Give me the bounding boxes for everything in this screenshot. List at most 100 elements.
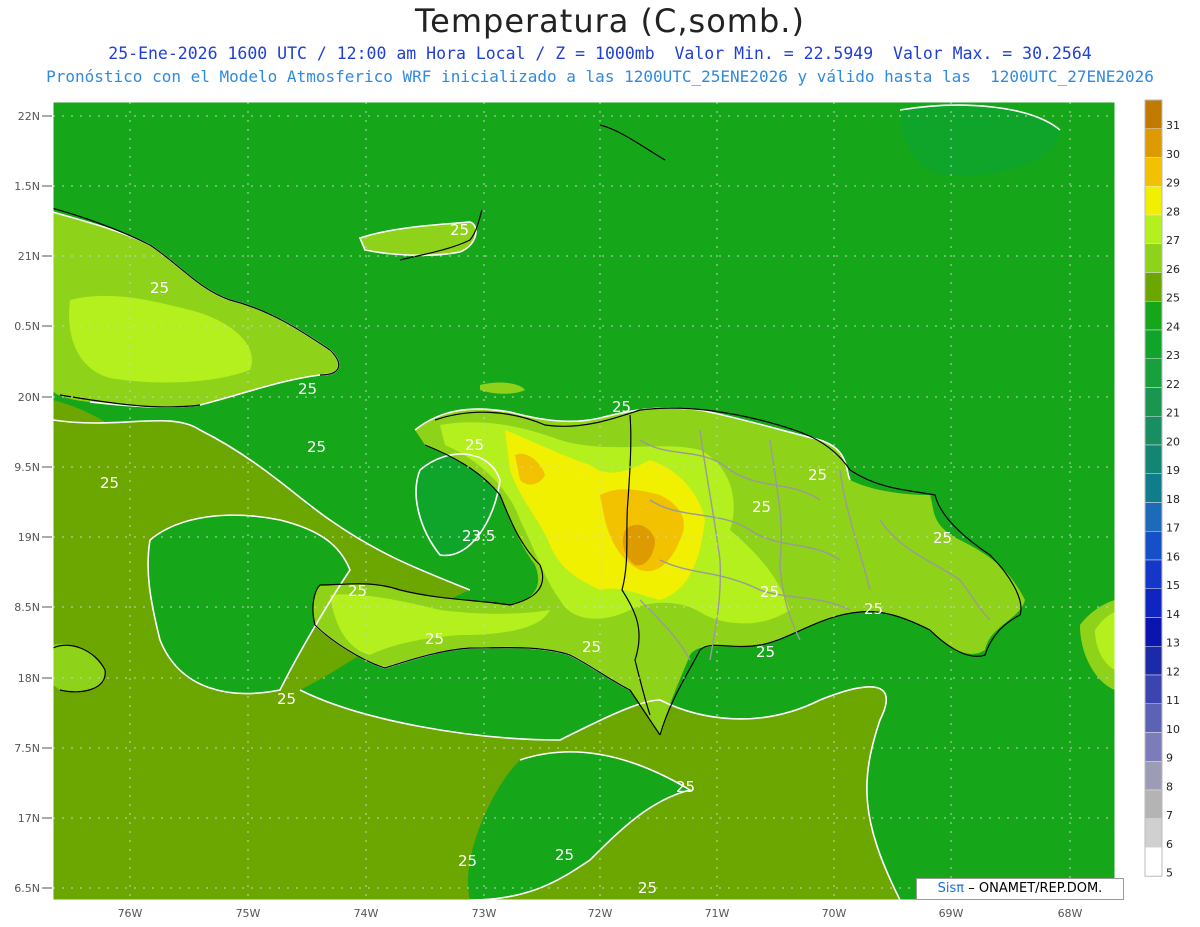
colorbar-label: 19 bbox=[1166, 464, 1180, 477]
colorbar-label: 18 bbox=[1166, 493, 1180, 506]
colorbar-swatch bbox=[1144, 732, 1163, 762]
lat-label: 6.5N bbox=[14, 882, 40, 895]
lat-label: 18N bbox=[18, 672, 40, 685]
contour-label: 25 bbox=[450, 221, 469, 239]
colorbar-swatch bbox=[1144, 674, 1163, 704]
temperature-map: 25 25 25 25 25 25 25 23.5 25 25 25 25 25… bbox=[14, 99, 1180, 920]
contour-label: 25 bbox=[100, 474, 119, 492]
colorbar-swatch bbox=[1144, 157, 1163, 187]
colorbar-label: 14 bbox=[1166, 608, 1180, 621]
lat-label: 19N bbox=[18, 531, 40, 544]
colorbar-swatch bbox=[1144, 473, 1163, 503]
colorbar-label: 6 bbox=[1166, 838, 1173, 851]
colorbar-label: 25 bbox=[1166, 292, 1180, 305]
contour-label: 25 bbox=[864, 600, 883, 618]
contour-label: 25 bbox=[612, 398, 631, 416]
colorbar-swatch bbox=[1144, 847, 1163, 877]
lon-label: 75W bbox=[236, 907, 261, 920]
colorbar-swatch bbox=[1144, 444, 1163, 474]
colorbar-label: 21 bbox=[1166, 407, 1180, 420]
colorbar-swatch bbox=[1144, 186, 1163, 216]
colorbar-swatch bbox=[1144, 214, 1163, 244]
colorbar-swatch bbox=[1144, 617, 1163, 647]
colorbar-label: 13 bbox=[1166, 637, 1180, 650]
colorbar-label: 8 bbox=[1166, 780, 1173, 793]
lon-label: 74W bbox=[354, 907, 379, 920]
colorbar-swatch bbox=[1144, 358, 1163, 388]
lon-label: 72W bbox=[588, 907, 613, 920]
lat-label: 22N bbox=[18, 110, 40, 123]
lon-label: 76W bbox=[118, 907, 143, 920]
colorbar-swatch bbox=[1144, 416, 1163, 446]
colorbar-swatch bbox=[1144, 531, 1163, 561]
contour-label: 25 bbox=[348, 582, 367, 600]
colorbar-swatch bbox=[1144, 761, 1163, 791]
colorbar-label: 7 bbox=[1166, 809, 1173, 822]
colorbar-label: 16 bbox=[1166, 550, 1180, 563]
colorbar-label: 28 bbox=[1166, 205, 1180, 218]
contour-label: 25 bbox=[638, 879, 657, 897]
colorbar-label: 27 bbox=[1166, 234, 1180, 247]
colorbar-swatch bbox=[1144, 703, 1163, 733]
colorbar-swatch bbox=[1144, 588, 1163, 618]
contour-label: 25 bbox=[465, 436, 484, 454]
lat-label: 17N bbox=[18, 812, 40, 825]
colorbar-label: 30 bbox=[1166, 148, 1180, 161]
colorbar-label: 22 bbox=[1166, 378, 1180, 391]
colorbar-swatch bbox=[1144, 818, 1163, 848]
lat-label: 8.5N bbox=[14, 601, 40, 614]
colorbar-swatch bbox=[1144, 646, 1163, 676]
credit-brand: Sisπ bbox=[937, 881, 965, 896]
colorbar-swatch bbox=[1144, 128, 1163, 158]
colorbar-label: 12 bbox=[1166, 665, 1180, 678]
colorbar-label: 26 bbox=[1166, 263, 1180, 276]
contour-label: 25 bbox=[307, 438, 326, 456]
contour-label: 25 bbox=[150, 279, 169, 297]
colorbar-swatch bbox=[1144, 789, 1163, 819]
lon-label: 71W bbox=[705, 907, 730, 920]
lon-label: 70W bbox=[822, 907, 847, 920]
credit-text: – ONAMET/REP.DOM. bbox=[968, 881, 1103, 896]
contour-label: 25 bbox=[298, 380, 317, 398]
contour-label: 25 bbox=[808, 466, 827, 484]
contour-label: 25 bbox=[425, 630, 444, 648]
colorbar-label: 17 bbox=[1166, 522, 1180, 535]
colorbar-label: 15 bbox=[1166, 579, 1180, 592]
contour-label: 23.5 bbox=[462, 527, 495, 545]
colorbar-label: 10 bbox=[1166, 723, 1180, 736]
credit-box: Sisπ – ONAMET/REP.DOM. bbox=[916, 878, 1124, 900]
lat-label: 21N bbox=[18, 250, 40, 263]
colorbar: 31 30 29 28 27 26 25 24 23 22 21 20 19 18 17 16 15 14 13 12… bbox=[1144, 99, 1180, 880]
colorbar-label: 9 bbox=[1166, 752, 1173, 765]
lat-label: 0.5N bbox=[14, 320, 40, 333]
colorbar-swatch bbox=[1144, 387, 1163, 417]
lat-label: 20N bbox=[18, 391, 40, 404]
contour-label: 25 bbox=[933, 529, 952, 547]
lon-label: 69W bbox=[939, 907, 964, 920]
colorbar-label: 31 bbox=[1166, 119, 1180, 132]
colorbar-swatch bbox=[1144, 99, 1163, 129]
contour-label: 25 bbox=[458, 852, 477, 870]
contour-label: 25 bbox=[756, 643, 775, 661]
latitude-axis: 22N 1.5N 21N 0.5N 20N 9.5N 19N 8.5N 18N … bbox=[14, 110, 40, 895]
longitude-axis: 76W 75W 74W 73W 72W 71W 70W 69W 68W bbox=[118, 907, 1083, 920]
lon-label: 68W bbox=[1058, 907, 1083, 920]
contour-label: 25 bbox=[676, 778, 695, 796]
lat-label: 7.5N bbox=[14, 742, 40, 755]
contour-label: 25 bbox=[752, 498, 771, 516]
contour-label: 25 bbox=[760, 583, 779, 601]
colorbar-swatch bbox=[1144, 243, 1163, 273]
colorbar-swatch bbox=[1144, 301, 1163, 331]
lat-label: 1.5N bbox=[14, 180, 40, 193]
latitude-ticks bbox=[42, 115, 52, 889]
colorbar-swatch bbox=[1144, 329, 1163, 359]
colorbar-label: 24 bbox=[1166, 320, 1180, 333]
colorbar-label: 5 bbox=[1166, 867, 1173, 880]
colorbar-swatch bbox=[1144, 559, 1163, 589]
colorbar-label: 20 bbox=[1166, 435, 1180, 448]
colorbar-label: 23 bbox=[1166, 349, 1180, 362]
lon-label: 73W bbox=[472, 907, 497, 920]
contour-label: 25 bbox=[555, 846, 574, 864]
colorbar-label: 29 bbox=[1166, 177, 1180, 190]
contour-label: 25 bbox=[582, 638, 601, 656]
